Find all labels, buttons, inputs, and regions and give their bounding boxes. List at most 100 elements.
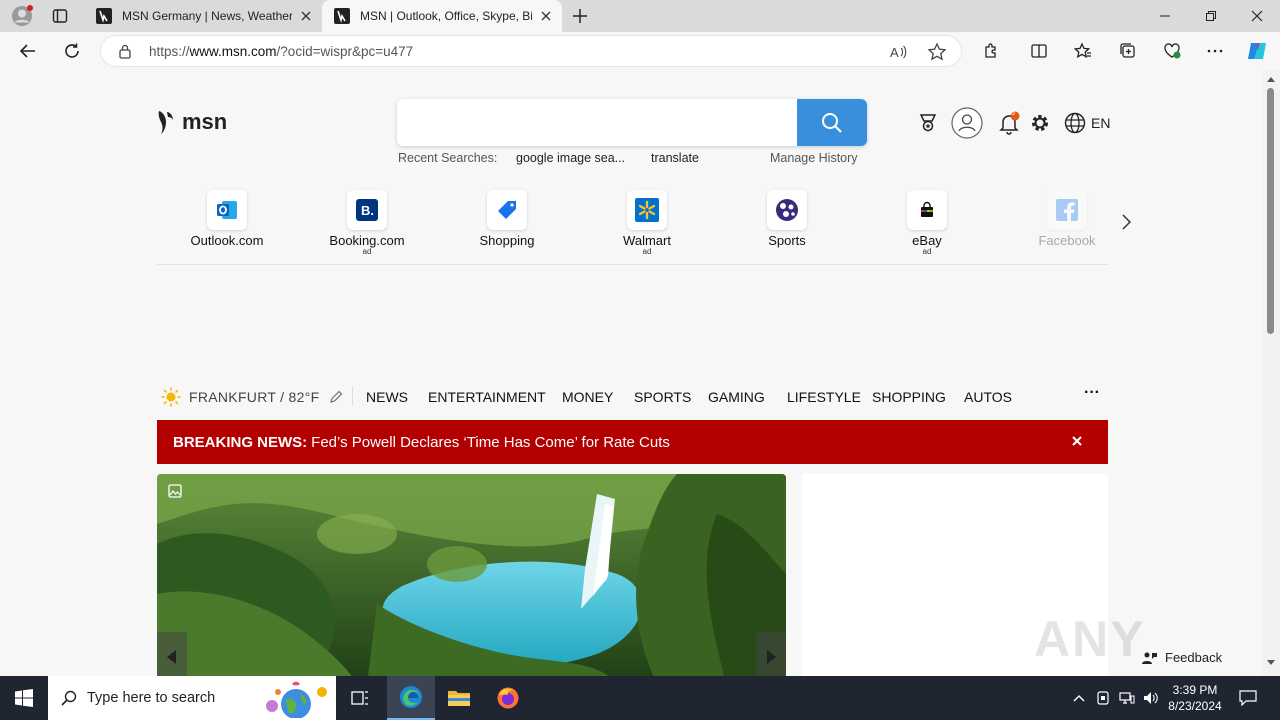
notifications-button[interactable]: 6	[996, 108, 1022, 138]
weather-location[interactable]: FRANKFURT / 82°F	[189, 389, 319, 405]
tab-msn-germany[interactable]: MSN Germany | News, Weather,	[84, 0, 322, 32]
extensions-icon[interactable]	[975, 35, 1007, 67]
close-tab-icon[interactable]	[298, 8, 314, 24]
chevron-right-icon	[767, 650, 776, 664]
taskbar-search-box[interactable]: Type here to search	[48, 676, 336, 720]
nav-shopping[interactable]: SHOPPING	[872, 389, 946, 405]
ad-label: ad	[922, 247, 932, 256]
address-bar[interactable]: https://www.msn.com/?ocid=wispr&pc=u477 …	[100, 35, 962, 67]
quick-links-next-button[interactable]	[1116, 210, 1136, 234]
quick-link-outlook[interactable]: Outlook.com	[167, 190, 287, 248]
quick-link-sports[interactable]: Sports	[727, 190, 847, 248]
tab-msn-outlook[interactable]: MSN | Outlook, Office, Skype, Bin	[322, 0, 562, 32]
scrollbar-thumb[interactable]	[1267, 88, 1274, 334]
more-options-icon[interactable]	[1199, 35, 1231, 67]
tray-device-icon[interactable]	[1092, 676, 1114, 720]
ad-label: ad	[642, 247, 652, 256]
quick-link-label: Shopping	[479, 233, 535, 248]
tab-actions-icon[interactable]	[46, 4, 74, 28]
restore-button[interactable]	[1188, 0, 1234, 32]
favorites-icon[interactable]	[1067, 35, 1099, 67]
quick-link-facebook[interactable]: Facebook	[1007, 190, 1127, 248]
breaking-headline[interactable]: Fed’s Powell Declares ‘Time Has Come’ fo…	[311, 434, 670, 451]
nav-autos[interactable]: AUTOS	[964, 389, 1012, 405]
copilot-icon[interactable]	[1241, 35, 1273, 67]
recent-search-item[interactable]: translate	[651, 151, 699, 165]
scroll-down-icon[interactable]	[1267, 660, 1275, 666]
svg-text:B.: B.	[361, 203, 374, 218]
shopping-tag-icon	[487, 190, 527, 230]
svg-text:A: A	[890, 45, 899, 60]
quick-link-label: eBay	[912, 233, 942, 248]
feedback-person-icon	[1142, 652, 1157, 664]
new-tab-icon[interactable]	[566, 4, 594, 28]
next-slide-button[interactable]	[756, 632, 786, 676]
msn-logo[interactable]: msn	[156, 108, 227, 136]
nav-entertainment[interactable]: ENTERTAINMENT	[428, 389, 546, 405]
notification-badge: 6	[1011, 110, 1015, 117]
web-search-box[interactable]	[397, 99, 867, 146]
edit-pencil-icon[interactable]	[329, 390, 343, 404]
search-icon	[61, 690, 77, 706]
hero-image-card[interactable]	[157, 474, 786, 676]
read-aloud-icon[interactable]: A	[888, 42, 908, 62]
clock-date: 8/23/2024	[1168, 699, 1222, 713]
url-text[interactable]: https://www.msn.com/?ocid=wispr&pc=u477	[149, 44, 413, 59]
quick-link-booking[interactable]: B. Booking.com ad	[307, 190, 427, 256]
manage-history-link[interactable]: Manage History	[770, 151, 858, 165]
logo-text: msn	[182, 109, 228, 134]
taskbar-edge-app[interactable]	[387, 676, 435, 720]
nav-more-button[interactable]: ···	[1084, 384, 1100, 402]
quick-link-ebay[interactable]: eBay ad	[867, 190, 987, 256]
nav-gaming[interactable]: GAMING	[708, 389, 765, 405]
volume-icon[interactable]	[1140, 676, 1162, 720]
scroll-up-icon[interactable]	[1267, 76, 1275, 82]
collections-icon[interactable]	[1112, 35, 1144, 67]
nav-lifestyle[interactable]: LIFESTYLE	[787, 389, 861, 405]
breaking-news-banner[interactable]: BREAKING NEWS: Fed’s Powell Declares ‘Ti…	[157, 420, 1108, 464]
language-selector[interactable]: EN	[1064, 108, 1114, 138]
feedback-button[interactable]: Feedback	[1142, 650, 1222, 665]
windows-taskbar: Type here to search 3:39 PM 8/23/2024	[0, 676, 1280, 720]
taskbar-firefox[interactable]	[484, 676, 532, 720]
nav-money[interactable]: MONEY	[562, 389, 613, 405]
profile-icon[interactable]	[8, 4, 36, 28]
task-view-button[interactable]	[336, 676, 384, 720]
quick-link-label: Outlook.com	[190, 233, 264, 248]
network-icon[interactable]	[1116, 676, 1138, 720]
close-tab-icon[interactable]	[538, 8, 554, 24]
close-window-button[interactable]	[1234, 0, 1280, 32]
back-button[interactable]	[12, 35, 44, 67]
minimize-button[interactable]	[1142, 0, 1188, 32]
nav-sports[interactable]: SPORTS	[634, 389, 691, 405]
lock-icon[interactable]	[118, 44, 132, 59]
notification-center-button[interactable]	[1228, 676, 1268, 720]
quick-link-label: Walmart	[623, 233, 671, 248]
split-screen-icon[interactable]	[1023, 35, 1055, 67]
taskbar-file-explorer[interactable]	[435, 676, 483, 720]
close-banner-icon[interactable]	[1072, 436, 1082, 446]
quick-link-walmart[interactable]: Walmart ad	[587, 190, 707, 256]
page-scrollbar[interactable]	[1262, 70, 1280, 676]
previous-slide-button[interactable]	[157, 632, 187, 676]
search-button[interactable]	[797, 99, 867, 146]
nav-news[interactable]: NEWS	[366, 389, 408, 405]
taskbar-clock[interactable]: 3:39 PM 8/23/2024	[1165, 682, 1225, 714]
tab-title: MSN Germany | News, Weather,	[122, 9, 292, 23]
recent-search-item[interactable]: google image sea...	[516, 151, 625, 165]
search-input[interactable]	[397, 99, 797, 146]
show-hidden-icons[interactable]	[1068, 676, 1090, 720]
refresh-button[interactable]	[56, 35, 88, 67]
search-highlight-globe-icon	[266, 681, 327, 718]
browser-essentials-icon[interactable]	[1156, 35, 1188, 67]
url-domain: www.msn.com	[189, 44, 277, 59]
favorite-star-icon[interactable]	[927, 42, 947, 62]
divider	[352, 386, 353, 406]
quick-link-shopping[interactable]: Shopping	[447, 190, 567, 248]
rewards-icon[interactable]	[914, 108, 942, 138]
account-avatar[interactable]	[950, 107, 984, 139]
start-button[interactable]	[0, 676, 48, 720]
settings-button[interactable]	[1028, 108, 1052, 138]
breaking-label: BREAKING NEWS:	[173, 433, 308, 451]
quick-link-label: Booking.com	[329, 233, 405, 248]
